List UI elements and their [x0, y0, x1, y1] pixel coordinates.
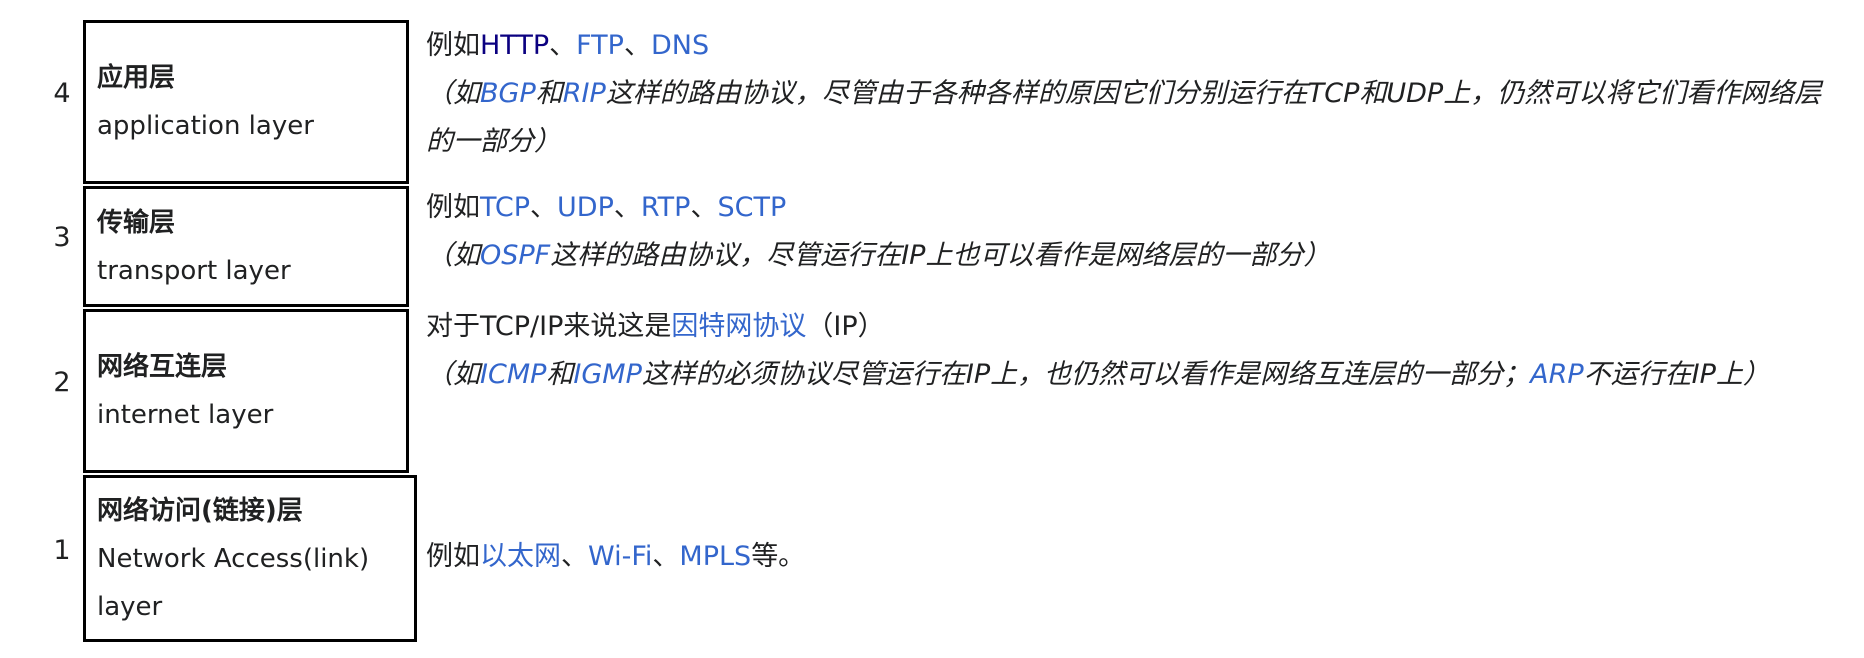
text-segment: 例如 [426, 30, 480, 61]
layer-name-zh: 网络访问(链接)层 [97, 495, 303, 526]
layer-name-zh: 应用层 [97, 63, 176, 93]
link-mpls[interactable]: MPLS [679, 541, 751, 572]
link-icmp[interactable]: ICMP [480, 359, 546, 390]
text-segment: 、 [690, 192, 718, 223]
link-rtp[interactable]: RTP [641, 192, 691, 223]
text-segment: 、 [549, 30, 577, 61]
link-dns[interactable]: DNS [651, 30, 709, 61]
text-segment: 不运行在IP上） [1583, 359, 1770, 390]
layer-name-box: 网络访问(链接)层 Network Access(link) layer [83, 475, 417, 642]
examples-line: 例如TCP、UDP、RTP、SCTP [426, 184, 1844, 232]
layer-description: 例如TCP、UDP、RTP、SCTP （如OSPF这样的路由协议，尽管运行在IP… [426, 184, 1844, 280]
text-segment: 、 [530, 192, 558, 223]
link-udp[interactable]: UDP [557, 192, 614, 223]
link-igmp[interactable]: IGMP [573, 359, 641, 390]
text-segment: 、 [623, 30, 651, 61]
link--[interactable]: 以太网 [480, 541, 561, 572]
link-tcp[interactable]: TCP [480, 192, 530, 223]
text-segment: 例如 [426, 192, 480, 223]
text-segment: 、 [561, 541, 588, 572]
layer-name-en: internet layer [97, 400, 274, 430]
layer-name-zh: 传输层 [97, 207, 176, 238]
layer-name-en: Network Access(link) layer [97, 543, 370, 622]
layer-row-2: 2 网络互连层 internet layer 对于TCP/IP来说这是因特网协议… [0, 309, 1864, 473]
layer-number: 2 [53, 367, 71, 398]
layer-description: 例如以太网、Wi-Fi、MPLS等。 [426, 533, 1844, 581]
layer-description: 例如HTTP、FTP、DNS （如BGP和RIP这样的路由协议，尽管由于各种各样… [426, 22, 1844, 166]
layer-row-3: 3 传输层 transport layer 例如TCP、UDP、RTP、SCTP… [0, 186, 1864, 307]
examples-line: 例如HTTP、FTP、DNS [426, 22, 1844, 70]
note-line: （如ICMP和IGMP这样的必须协议尽管运行在IP上，也仍然可以看作是网络互连层… [426, 351, 1844, 399]
examples-line: 例如以太网、Wi-Fi、MPLS等。 [426, 533, 1844, 581]
layer-description: 对于TCP/IP来说这是因特网协议（IP） （如ICMP和IGMP这样的必须协议… [426, 303, 1844, 399]
link--[interactable]: 因特网协议 [671, 311, 806, 342]
note-line: （如BGP和RIP这样的路由协议，尽管由于各种各样的原因它们分别运行在TCP和U… [426, 70, 1844, 166]
layer-row-4: 4 应用层 application layer 例如HTTP、FTP、DNS （… [0, 20, 1864, 184]
text-segment: 、 [652, 541, 680, 572]
text-segment: 这样的路由协议，尽管由于各种各样的原因它们分别运行在TCP和UDP上，仍然可以将… [426, 78, 1822, 157]
layer-name-en: application layer [97, 111, 314, 141]
layer-number: 1 [53, 535, 71, 566]
link-http[interactable]: HTTP [480, 30, 549, 61]
layer-name-box: 网络互连层 internet layer [83, 309, 409, 473]
text-segment: 、 [613, 192, 641, 223]
text-segment: 等。 [751, 541, 806, 572]
text-segment: 例如 [426, 541, 480, 572]
link-ftp[interactable]: FTP [576, 30, 624, 61]
layer-name-box: 应用层 application layer [83, 20, 409, 184]
link-arp[interactable]: ARP [1530, 359, 1584, 390]
layer-number: 3 [53, 222, 71, 253]
text-segment: 和 [546, 359, 574, 390]
text-segment: 这样的路由协议，尽管运行在IP上也可以看作是网络层的一部分） [550, 240, 1331, 271]
link-ospf[interactable]: OSPF [480, 240, 550, 271]
layer-name-en: transport layer [97, 255, 291, 286]
layer-number: 4 [53, 78, 71, 109]
text-segment: 和 [535, 78, 563, 109]
text-segment: （如 [426, 240, 480, 271]
text-segment: （IP） [806, 311, 885, 342]
text-segment: （如 [426, 359, 480, 390]
layer-name-zh: 网络互连层 [97, 352, 228, 382]
layer-name-box: 传输层 transport layer [83, 186, 409, 307]
text-segment: 对于TCP/IP来说这是 [426, 311, 672, 342]
link-rip[interactable]: RIP [563, 78, 606, 109]
link-sctp[interactable]: SCTP [717, 192, 786, 223]
layer-row-1: 1 网络访问(链接)层 Network Access(link) layer 例… [0, 475, 1864, 642]
text-segment: （如 [426, 78, 480, 109]
note-line: （如OSPF这样的路由协议，尽管运行在IP上也可以看作是网络层的一部分） [426, 232, 1844, 280]
link-bgp[interactable]: BGP [480, 78, 536, 109]
text-segment: 这样的必须协议尽管运行在IP上，也仍然可以看作是网络互连层的一部分； [641, 359, 1531, 390]
link-wi-fi[interactable]: Wi-Fi [588, 541, 652, 572]
examples-line: 对于TCP/IP来说这是因特网协议（IP） [426, 303, 1844, 351]
